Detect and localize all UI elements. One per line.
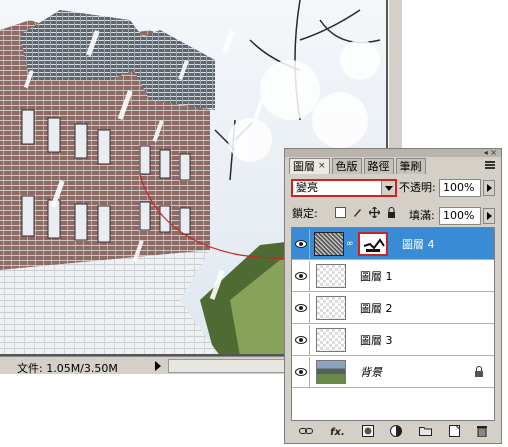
tab-close-icon[interactable]: ×	[318, 159, 326, 174]
opacity-arrow-icon[interactable]	[483, 180, 495, 196]
visibility-eye-icon[interactable]	[292, 292, 310, 323]
lock-all-icon[interactable]	[386, 207, 397, 218]
tab-channels[interactable]: 色版	[331, 158, 362, 174]
layer-name: 圖層 2	[360, 301, 393, 315]
tab-brushes[interactable]: 筆刷	[395, 158, 426, 174]
layer-row-layer2[interactable]: 圖層 2	[292, 292, 494, 324]
lock-position-icon[interactable]	[368, 206, 381, 219]
visibility-eye-icon[interactable]	[292, 228, 310, 259]
panel-tabs: 圖層 × 色版 路徑 筆刷	[289, 158, 428, 174]
lock-pixels-icon[interactable]	[352, 207, 363, 218]
layer-name: 圖層 1	[360, 269, 393, 283]
layer-thumbnail	[314, 231, 344, 256]
layer-row-layer3[interactable]: 圖層 3	[292, 324, 494, 356]
trash-icon[interactable]	[476, 425, 487, 441]
adjustment-icon[interactable]	[390, 425, 403, 441]
group-icon[interactable]	[419, 426, 433, 440]
layer-thumbnail	[316, 359, 346, 384]
lock-label: 鎖定:	[292, 207, 318, 220]
document-size-text: 文件: 1.05M/3.50M	[17, 362, 118, 375]
layer-thumbnail	[316, 295, 346, 320]
layer-row-layer1[interactable]: 圖層 1	[292, 260, 494, 292]
lock-options	[335, 206, 397, 219]
fill-label: 填滿:	[409, 209, 435, 222]
visibility-eye-icon[interactable]	[292, 260, 310, 291]
fx-icon[interactable]: fx.	[330, 427, 345, 439]
background-lock-icon	[474, 366, 484, 380]
status-menu-arrow-icon[interactable]	[155, 361, 161, 371]
blend-mode-select[interactable]: 變亮	[291, 179, 397, 197]
layer-thumbnail	[316, 263, 346, 288]
fill-input[interactable]: 100%	[439, 207, 481, 225]
layer-thumbnail	[316, 327, 346, 352]
layer-row-background[interactable]: 背景	[292, 356, 494, 388]
lock-transparency-icon[interactable]	[335, 207, 346, 218]
fill-arrow-icon[interactable]	[483, 208, 495, 224]
link-icon[interactable]	[299, 427, 314, 439]
layers-bottom-toolbar: fx.	[291, 425, 495, 441]
mask-link-icon[interactable]: ∞	[346, 239, 354, 249]
panel-close-icon[interactable]: ◂ ×	[484, 148, 497, 157]
layer-name: 圖層 3	[360, 333, 393, 347]
opacity-label: 不透明:	[399, 181, 436, 194]
visibility-eye-icon[interactable]	[292, 356, 310, 387]
tab-layers[interactable]: 圖層 ×	[289, 158, 330, 174]
layer-row-layer4[interactable]: ∞ 圖層 4	[292, 228, 494, 260]
new-layer-icon[interactable]	[448, 425, 460, 441]
opacity-input[interactable]: 100%	[439, 179, 481, 197]
visibility-eye-icon[interactable]	[292, 324, 310, 355]
panel-title-bar[interactable]: ◂ ×	[285, 148, 501, 157]
layer-name: 圖層 4	[402, 237, 435, 251]
layers-panel: ◂ × 圖層 × 色版 路徑 筆刷 變亮 不透明: 100% 鎖定: 填滿: 1…	[284, 148, 502, 444]
blend-mode-value: 變亮	[296, 181, 318, 194]
tab-paths[interactable]: 路徑	[363, 158, 394, 174]
mask-icon[interactable]	[361, 425, 374, 441]
layer-mask-thumbnail[interactable]	[358, 231, 388, 256]
chevron-down-icon[interactable]	[381, 181, 395, 195]
layer-name: 背景	[360, 365, 382, 379]
panel-menu-icon[interactable]	[485, 161, 495, 170]
layer-list: ∞ 圖層 4 圖層 1 圖層 2 圖層 3 背景	[291, 227, 495, 421]
